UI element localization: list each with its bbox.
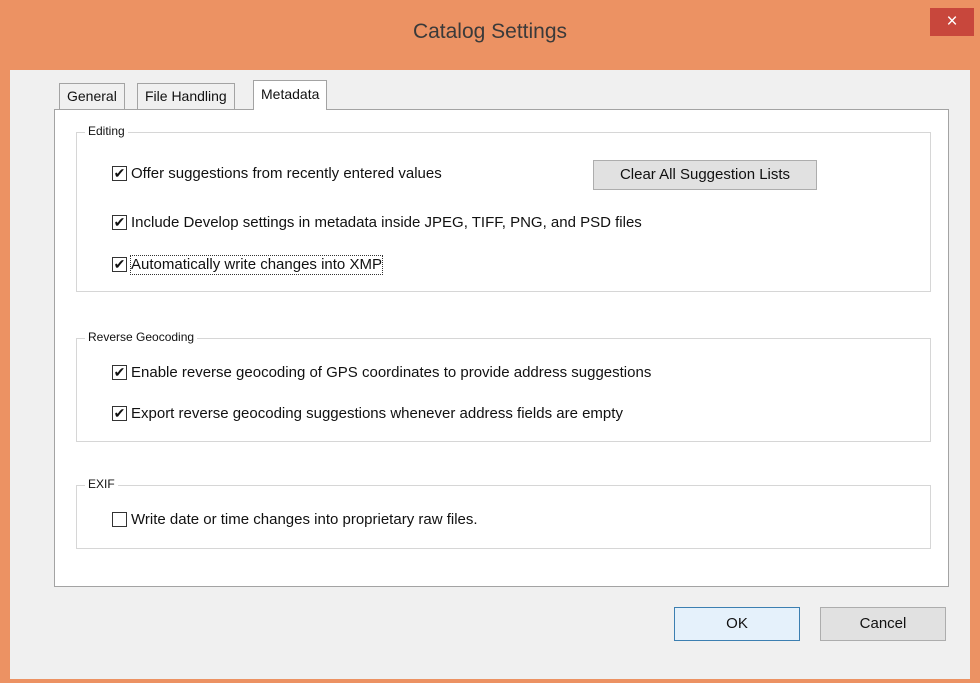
enable-reverse-geocoding-checkbox[interactable]: ✔ <box>112 365 127 380</box>
cancel-button[interactable]: Cancel <box>820 607 946 641</box>
check-icon: ✔ <box>113 256 126 272</box>
auto-write-xmp-label: Automatically write changes into XMP <box>130 255 383 275</box>
clear-all-suggestion-lists-button[interactable]: Clear All Suggestion Lists <box>593 160 817 190</box>
check-icon: ✔ <box>113 165 126 181</box>
tab-metadata-label: Metadata <box>261 86 320 102</box>
editing-group-label: Editing <box>85 124 128 138</box>
write-date-time-label: Write date or time changes into propriet… <box>131 511 478 528</box>
close-button[interactable]: × <box>930 8 974 36</box>
auto-write-xmp-checkbox[interactable]: ✔ <box>112 257 127 272</box>
tab-general-label: General <box>67 88 117 104</box>
check-icon: ✔ <box>113 405 126 421</box>
clear-all-suggestion-lists-label: Clear All Suggestion Lists <box>619 166 791 183</box>
enable-reverse-geocoding-label: Enable reverse geocoding of GPS coordina… <box>131 364 652 381</box>
export-reverse-geocoding-checkbox[interactable]: ✔ <box>112 406 127 421</box>
tab-file-handling-label: File Handling <box>145 88 227 104</box>
close-icon: × <box>946 11 958 32</box>
reverse-geocoding-group <box>76 338 931 442</box>
tab-metadata[interactable]: Metadata <box>253 80 328 110</box>
include-develop-checkbox[interactable]: ✔ <box>112 215 127 230</box>
window-title: Catalog Settings <box>412 20 568 43</box>
auto-write-xmp-row[interactable]: ✔ Automatically write changes into XMP <box>112 255 432 276</box>
include-develop-label: Include Develop settings in metadata ins… <box>131 214 642 231</box>
ok-label: OK <box>726 615 748 632</box>
offer-suggestions-label: Offer suggestions from recently entered … <box>131 165 442 182</box>
ok-button[interactable]: OK <box>674 607 800 641</box>
offer-suggestions-row[interactable]: ✔ Offer suggestions from recently entere… <box>112 165 552 185</box>
check-icon: ✔ <box>113 364 126 380</box>
offer-suggestions-checkbox[interactable]: ✔ <box>112 166 127 181</box>
dialog-window: Catalog Settings × General File Handling… <box>0 0 980 683</box>
enable-reverse-geocoding-row[interactable]: ✔ Enable reverse geocoding of GPS coordi… <box>112 364 742 384</box>
reverse-geocoding-group-label: Reverse Geocoding <box>85 330 198 344</box>
tab-file-handling[interactable]: File Handling <box>137 83 235 109</box>
tab-general[interactable]: General <box>59 83 125 109</box>
check-icon: ✔ <box>113 214 126 230</box>
write-date-time-checkbox[interactable] <box>112 512 127 527</box>
export-reverse-geocoding-label: Export reverse geocoding suggestions whe… <box>131 405 623 422</box>
cancel-label: Cancel <box>859 615 907 632</box>
write-date-time-row[interactable]: Write date or time changes into propriet… <box>112 511 552 531</box>
title-bar[interactable]: Catalog Settings × <box>0 0 980 70</box>
export-reverse-geocoding-row[interactable]: ✔ Export reverse geocoding suggestions w… <box>112 405 722 425</box>
exif-group-label: EXIF <box>85 477 118 491</box>
include-develop-row[interactable]: ✔ Include Develop settings in metadata i… <box>112 214 732 234</box>
